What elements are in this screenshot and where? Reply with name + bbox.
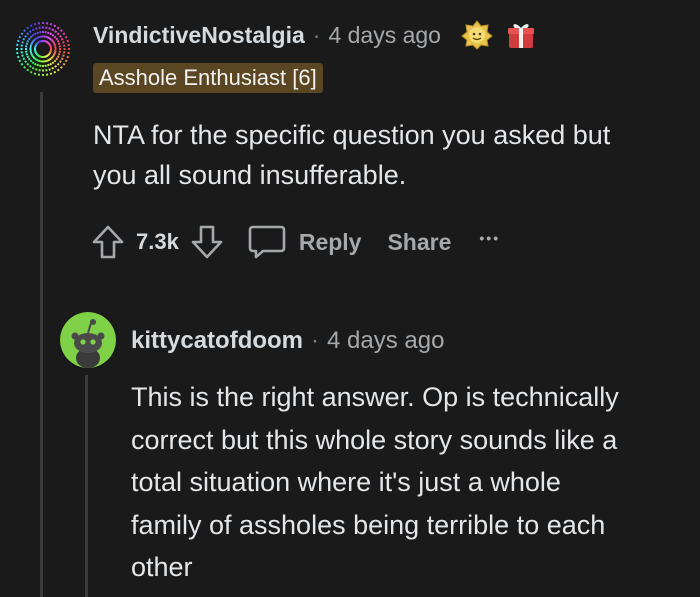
- reply-label: Reply: [298, 228, 362, 255]
- share-label: Share: [387, 228, 452, 255]
- user-avatar[interactable]: [12, 18, 74, 80]
- helpful-award-icon[interactable]: [461, 20, 493, 50]
- downvote-icon[interactable]: [189, 222, 225, 262]
- reply-thread-line[interactable]: [85, 375, 88, 597]
- comment-header: VindictiveNostalgia · 4 days ago: [93, 18, 441, 52]
- reply-timestamp[interactable]: 4 days ago: [327, 327, 444, 355]
- comment-username[interactable]: VindictiveNostalgia: [93, 22, 305, 49]
- more-options-button[interactable]: •••: [479, 230, 500, 246]
- reply-header: kittycatofdoom · 4 days ago: [131, 323, 444, 359]
- reply-username[interactable]: kittycatofdoom: [131, 327, 303, 355]
- snoo-avatar-icon: [60, 312, 116, 368]
- upvote-icon[interactable]: [90, 222, 126, 262]
- reply-button[interactable]: Reply: [247, 224, 362, 260]
- reply-avatar[interactable]: [60, 312, 116, 368]
- reply-header-separator: ·: [311, 327, 320, 354]
- sunburst-avatar-icon: [16, 22, 70, 76]
- reply-body: This is the right answer. Op is technica…: [131, 382, 619, 582]
- header-separator: ·: [312, 21, 321, 48]
- user-flair: Asshole Enthusiast [6]: [93, 63, 323, 93]
- more-options-icon: •••: [479, 230, 501, 246]
- comment-thread-line[interactable]: [40, 92, 43, 597]
- vote-count: 7.3k: [136, 229, 179, 254]
- comment-timestamp[interactable]: 4 days ago: [328, 22, 441, 49]
- comment-bubble-icon: [247, 224, 287, 260]
- gift-award-icon[interactable]: [505, 20, 537, 50]
- comment-body: NTA for the specific question you asked …: [93, 120, 611, 190]
- comment-action-bar: 7.3k Reply Share •••: [90, 220, 500, 264]
- share-button[interactable]: Share: [387, 229, 451, 256]
